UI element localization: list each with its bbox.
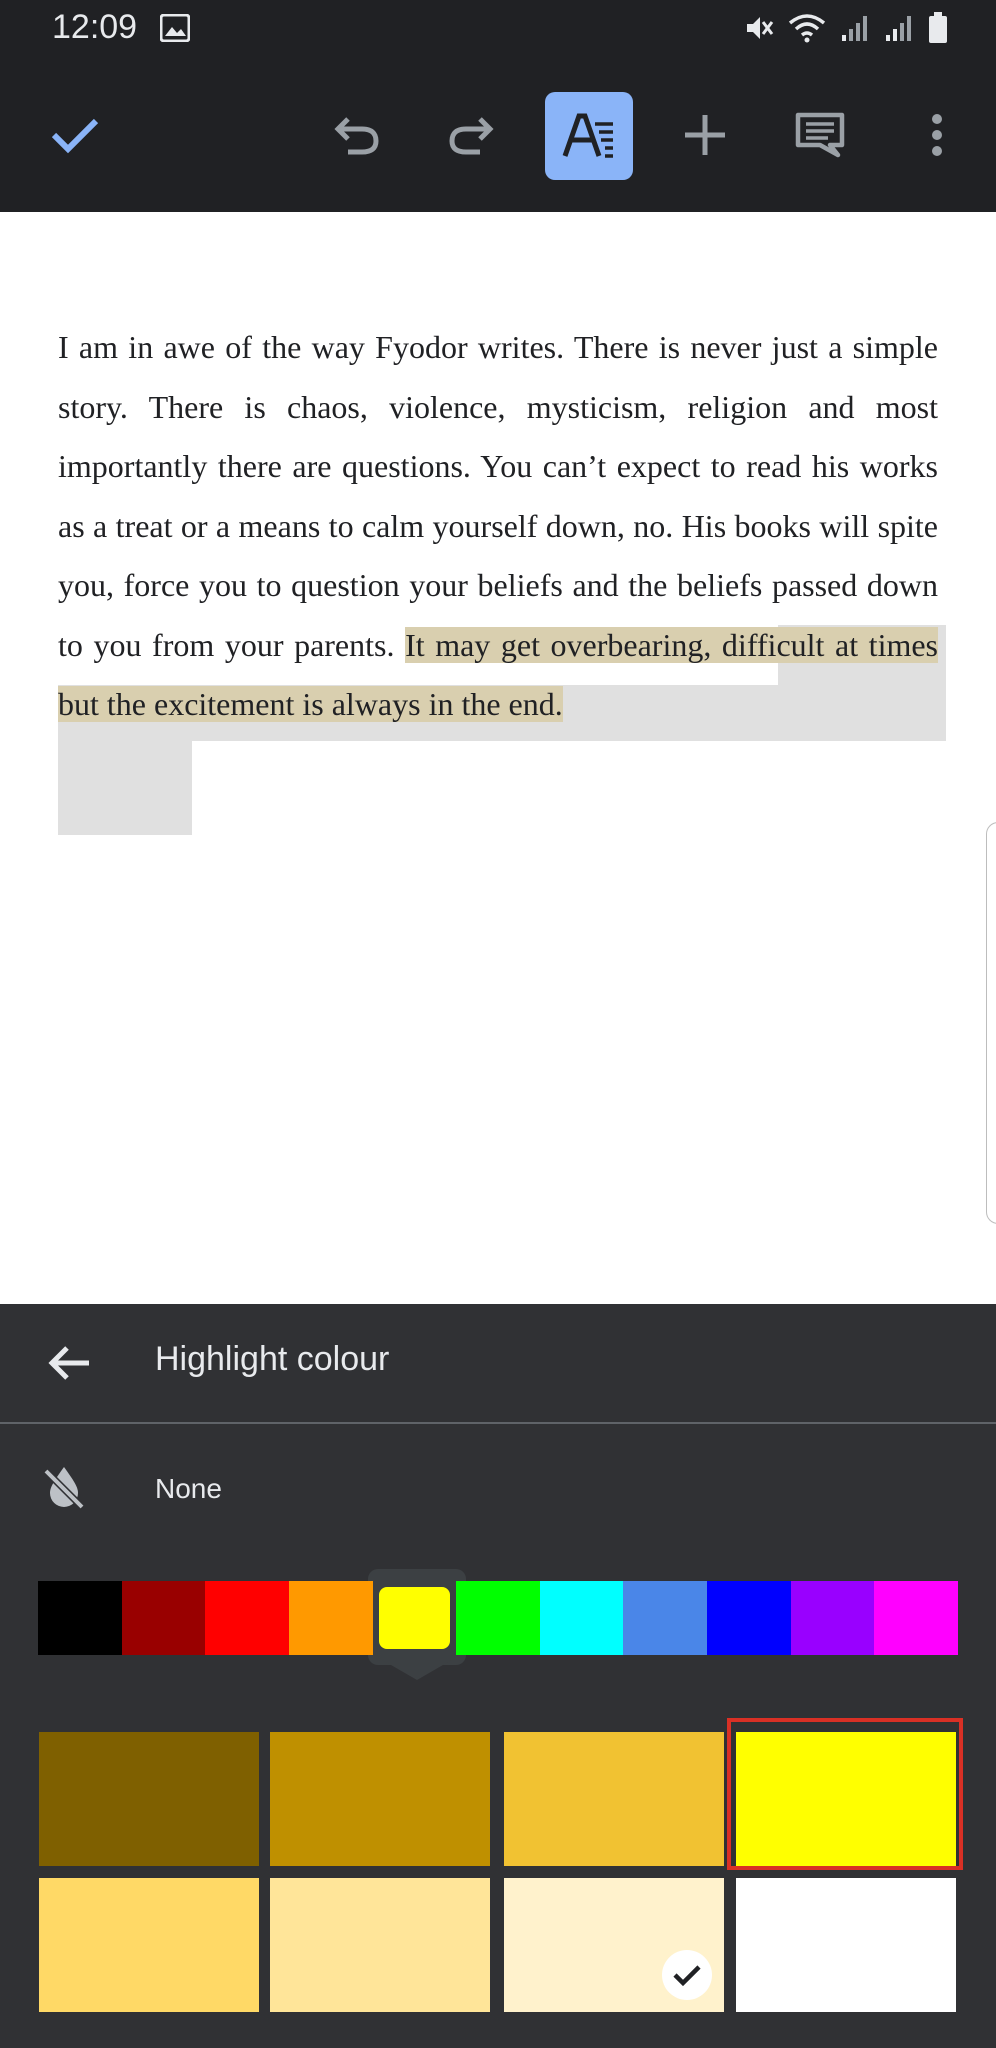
hue-swatch-fill	[378, 1587, 451, 1649]
signal-icon	[840, 13, 870, 48]
insert-button[interactable]	[660, 90, 750, 180]
checkmark-icon	[673, 1965, 701, 1987]
text-format-icon	[562, 113, 613, 158]
battery-icon	[928, 12, 948, 49]
comment-icon	[795, 112, 845, 158]
back-button[interactable]	[36, 1330, 102, 1396]
shade-swatch[interactable]	[39, 1878, 259, 2012]
hue-swatch[interactable]	[623, 1581, 708, 1655]
shade-swatch[interactable]	[736, 1878, 956, 2012]
hue-swatch[interactable]	[707, 1581, 791, 1655]
hue-swatch[interactable]	[121, 1581, 206, 1655]
shade-swatch[interactable]	[39, 1732, 259, 1866]
done-button[interactable]	[30, 90, 120, 180]
selected-hue-pointer	[372, 1654, 462, 1680]
undo-icon	[334, 117, 379, 155]
checkmark-badge	[662, 1950, 712, 2000]
hue-swatch[interactable]	[539, 1581, 624, 1655]
hue-swatch[interactable]	[205, 1581, 289, 1655]
shade-swatch-selected[interactable]	[504, 1878, 724, 2012]
panel-title: Highlight colour	[155, 1340, 390, 1378]
status-time: 12:09	[52, 8, 138, 46]
hue-swatch[interactable]	[874, 1581, 959, 1655]
app-toolbar	[0, 60, 996, 212]
hue-palette	[38, 1581, 959, 1655]
redo-button[interactable]	[426, 90, 516, 180]
arrow-back-icon	[48, 1346, 89, 1380]
hue-swatch-selected[interactable]	[373, 1581, 457, 1655]
text-format-button[interactable]	[545, 92, 633, 180]
no-highlight-option[interactable]: None	[0, 1439, 996, 1539]
shade-swatch[interactable]	[270, 1732, 490, 1866]
add-icon	[685, 115, 725, 155]
more-vert-icon	[932, 114, 942, 156]
no-highlight-icon	[40, 1463, 88, 1516]
comment-button[interactable]	[775, 90, 865, 180]
wifi-icon	[788, 13, 826, 48]
shade-swatch[interactable]	[504, 1732, 724, 1866]
signal-icon	[884, 13, 914, 48]
none-label: None	[155, 1473, 222, 1504]
paragraph-text: I am in awe of the way Fyodor writes. Th…	[58, 329, 938, 663]
panel-header: Highlight colour	[0, 1304, 996, 1424]
status-icons	[744, 12, 948, 49]
selection-background	[58, 741, 192, 835]
hue-swatch[interactable]	[38, 1581, 122, 1655]
hue-swatch[interactable]	[790, 1581, 875, 1655]
undo-button[interactable]	[312, 90, 402, 180]
shade-swatch[interactable]	[736, 1732, 956, 1866]
more-options-button[interactable]	[892, 90, 982, 180]
shade-swatch[interactable]	[270, 1878, 490, 2012]
hue-swatch[interactable]	[288, 1581, 373, 1655]
redo-icon	[449, 117, 494, 155]
status-bar: 12:09	[0, 0, 996, 60]
scroll-handle[interactable]	[986, 822, 996, 1224]
check-icon	[51, 118, 99, 154]
document-body[interactable]: I am in awe of the way Fyodor writes. Th…	[58, 318, 939, 735]
highlight-colour-panel: Highlight colour None	[0, 1304, 996, 2048]
mute-icon	[744, 13, 774, 48]
hue-swatch[interactable]	[456, 1581, 540, 1655]
gallery-icon	[159, 13, 191, 47]
